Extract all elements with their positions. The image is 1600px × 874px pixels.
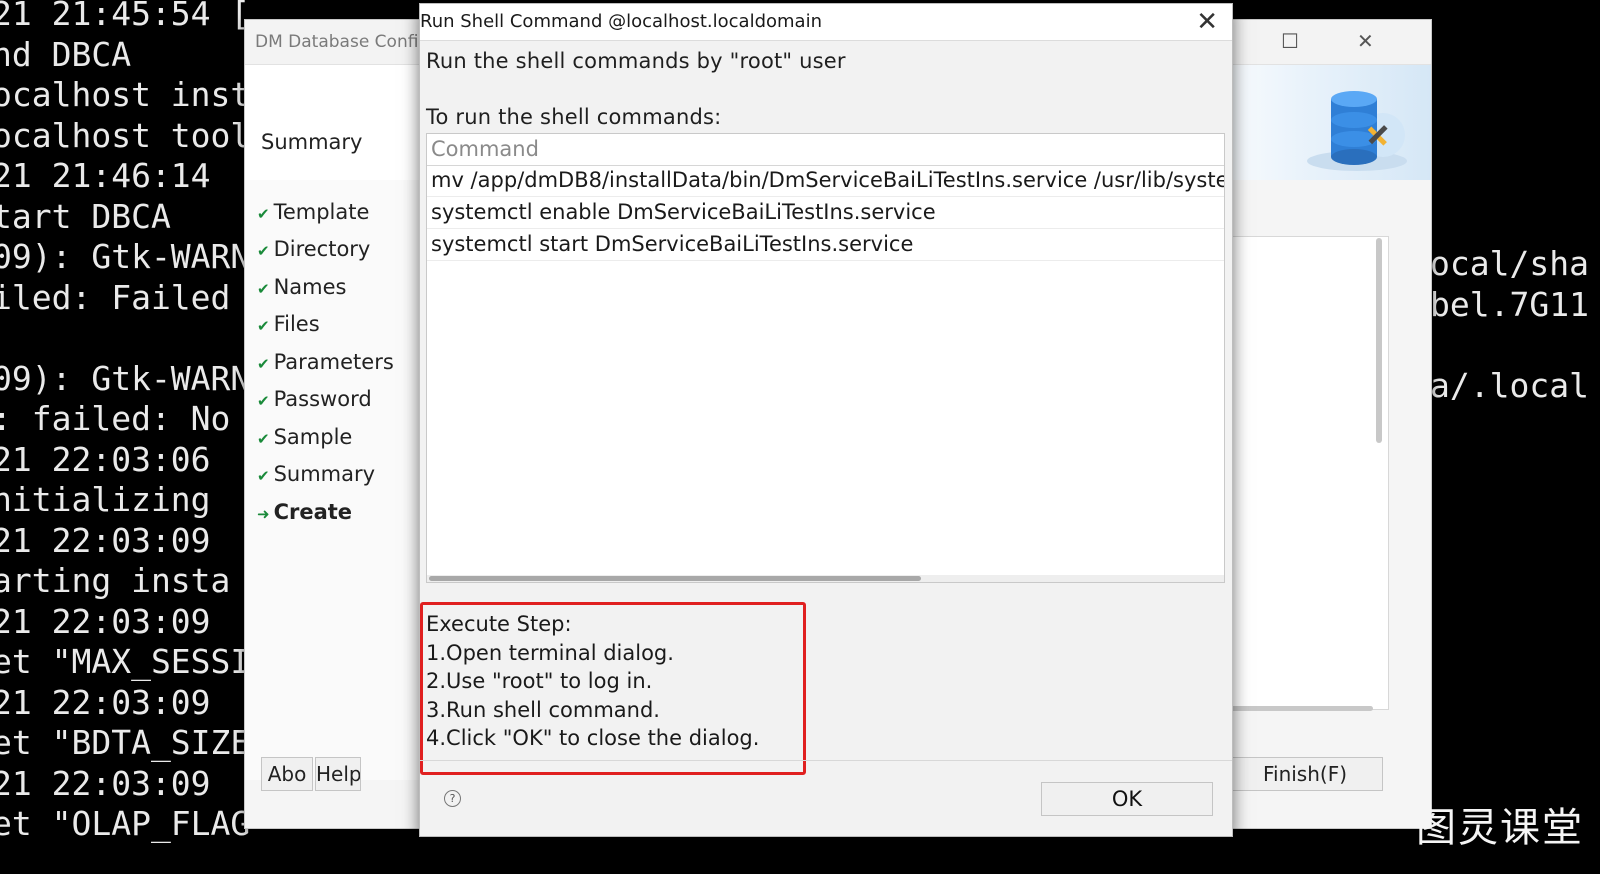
terminal-output-right: ocal/sha bel.7G11 a/.local: [1430, 244, 1600, 414]
terminal-line: 21 22:03:09: [0, 763, 211, 803]
terminal-line: et "MAX_SESSI: [0, 642, 251, 681]
nav-item-password[interactable]: ✔ Password: [257, 387, 372, 411]
finish-button[interactable]: Finish(F): [1227, 757, 1383, 791]
wizard-title: DM Database Confi: [255, 32, 419, 52]
command-table: Command mv /app/dmDB8/installData/bin/Dm…: [426, 133, 1225, 583]
check-icon: ✔: [257, 280, 270, 298]
close-icon[interactable]: ✕: [1357, 29, 1374, 53]
terminal-line: ocalhost tool: [0, 115, 251, 155]
terminal-line: 21 22:03:09: [0, 601, 211, 641]
nav-item-names[interactable]: ✔ Names: [257, 275, 346, 299]
terminal-line: a/.local: [1430, 365, 1589, 405]
run-shell-command-dialog: Run Shell Command @localhost.localdomain…: [419, 3, 1233, 837]
horizontal-scrollbar[interactable]: [1227, 706, 1373, 711]
table-horizontal-scrollbar[interactable]: [427, 575, 1224, 582]
terminal-line: iled: Failed: [0, 277, 231, 317]
vertical-scrollbar[interactable]: [1376, 238, 1382, 443]
terminal-line: arting insta: [0, 561, 231, 600]
check-icon: ✔: [257, 467, 270, 485]
check-icon: ✔: [257, 242, 270, 260]
terminal-line: 21 22:03:06: [0, 439, 211, 479]
dialog-titlebar: Run Shell Command @localhost.localdomain…: [420, 4, 1232, 41]
table-row[interactable]: systemctl start DmServiceBaiLiTestIns.se…: [427, 229, 1224, 261]
check-icon: ✔: [257, 392, 270, 410]
dialog-title: Run Shell Command @localhost.localdomain: [420, 11, 822, 32]
table-row[interactable]: systemctl enable DmServiceBaiLiTestIns.s…: [427, 197, 1224, 229]
nav-item-summary[interactable]: ✔ Summary: [257, 462, 375, 486]
arrow-right-icon: ➜: [257, 505, 270, 523]
terminal-line: nitializing: [0, 480, 211, 519]
ok-button[interactable]: OK: [1041, 782, 1213, 816]
terminal-line: 21 22:03:09: [0, 520, 211, 560]
terminal-line: 09): Gtk-WARN: [0, 358, 251, 398]
scrollbar-thumb[interactable]: [429, 576, 921, 581]
about-button[interactable]: Abo: [261, 757, 313, 791]
table-row[interactable]: mv /app/dmDB8/installData/bin/DmServiceB…: [427, 165, 1224, 197]
wizard-step-header: Summary: [261, 130, 363, 154]
watermark: 图灵课堂: [1416, 805, 1584, 851]
nav-item-template[interactable]: ✔ Template: [257, 200, 369, 224]
terminal-line: ocalhost inst: [0, 75, 251, 114]
help-button[interactable]: Help: [315, 757, 361, 791]
terminal-output-left: 21 21:45:54 [com.damend DBCAocalhost ins…: [0, 0, 252, 874]
table-header-command: Command: [427, 134, 1224, 166]
dialog-subheading: To run the shell commands:: [426, 105, 722, 129]
nav-item-create[interactable]: ➜ Create: [257, 500, 352, 524]
terminal-line: nd DBCA: [0, 34, 132, 74]
wizard-step-nav: ✔ Template ✔ Directory ✔ Names ✔ Files ✔ Para…: [245, 180, 426, 780]
maximize-icon[interactable]: ☐: [1281, 29, 1299, 53]
terminal-line: ocal/sha: [1430, 244, 1589, 283]
terminal-line: et "OLAP_FLAG":0: [0, 804, 252, 843]
terminal-line: 09): Gtk-WARN: [0, 237, 251, 276]
terminal-line: 21 21:45:54 [com.dame: [0, 0, 252, 33]
terminal-line: 21 22:03:09: [0, 682, 211, 722]
nav-item-parameters[interactable]: ✔ Parameters: [257, 350, 394, 374]
divider: [420, 760, 1232, 761]
terminal-line: 21 21:46:14: [0, 156, 211, 195]
dialog-heading: Run the shell commands by "root" user: [426, 49, 846, 73]
nav-item-directory[interactable]: ✔ Directory: [257, 237, 370, 261]
database-icon: [1307, 91, 1407, 171]
terminal-line: et "BDTA_SIZE: [0, 723, 251, 762]
help-icon[interactable]: ?: [444, 790, 461, 807]
check-icon: ✔: [257, 205, 270, 223]
check-icon: ✔: [257, 430, 270, 448]
close-icon[interactable]: ✕: [1196, 7, 1218, 37]
terminal-line: : failed: No: [0, 399, 231, 438]
nav-item-files[interactable]: ✔ Files: [257, 312, 320, 336]
terminal-line: bel.7G11: [1430, 284, 1589, 324]
terminal-line: tart DBCA: [0, 196, 171, 236]
wizard-content-panel: [1225, 236, 1389, 710]
annotation-highlight-box: [420, 602, 806, 775]
check-icon: ✔: [257, 317, 270, 335]
check-icon: ✔: [257, 355, 270, 373]
nav-item-sample[interactable]: ✔ Sample: [257, 425, 352, 449]
